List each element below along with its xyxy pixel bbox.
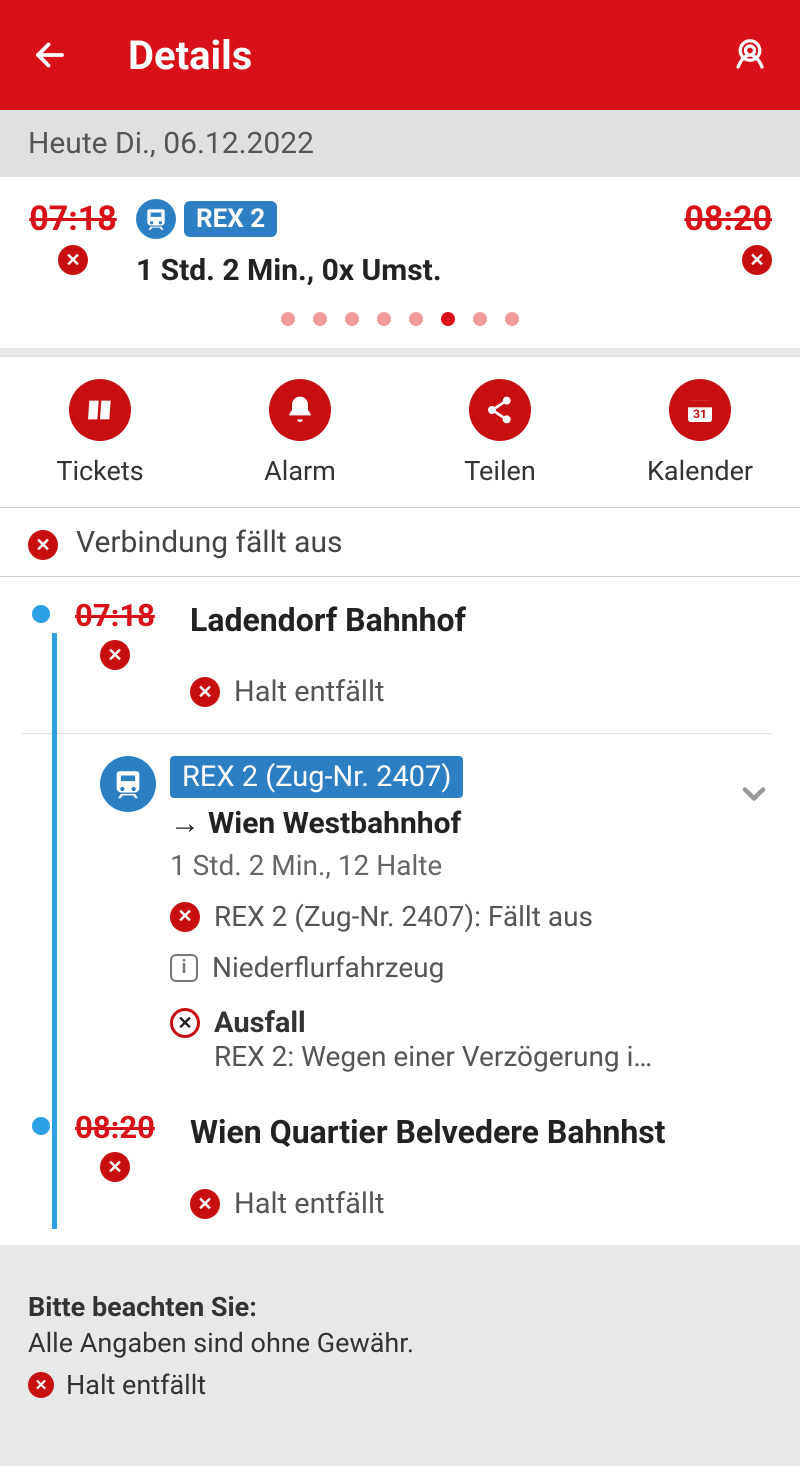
footer-line2: Halt entfällt (66, 1369, 206, 1401)
back-button[interactable] (28, 33, 72, 77)
cancel-icon: ✕ (190, 1189, 220, 1219)
share-icon (469, 379, 531, 441)
page-dot[interactable] (313, 312, 327, 326)
duration-text: 1 Std. 2 Min., 0x Umst. (136, 253, 682, 288)
chevron-down-icon[interactable] (736, 756, 772, 816)
page-dot[interactable] (505, 312, 519, 326)
journey-timeline: 07:18 ✕ Ladendorf Bahnhof ✕ Halt entfäll… (0, 577, 800, 1245)
segment-meta: 1 Std. 2 Min., 12 Halte (170, 849, 736, 882)
departure-time: 07:18 (29, 199, 117, 239)
train-icon (136, 199, 176, 239)
page-dot[interactable] (281, 312, 295, 326)
cancellation-banner: ✕ Verbindung fällt aus (0, 508, 800, 577)
svg-text:31: 31 (693, 407, 707, 421)
segment-info-msg: Niederflurfahrzeug (212, 951, 444, 984)
timeline-dot-icon (32, 605, 50, 623)
halt-status: Halt entfällt (234, 1187, 385, 1221)
cancel-icon: ✕ (28, 1372, 54, 1398)
page-dot[interactable] (473, 312, 487, 326)
page-indicator[interactable] (28, 312, 772, 330)
footer-title: Bitte beachten Sie: (28, 1291, 772, 1323)
calendar-label: Kalender (647, 455, 753, 487)
divider (22, 733, 772, 734)
share-label: Teilen (464, 455, 535, 487)
footer-line1: Alle Angaben sind ohne Gewähr. (28, 1327, 772, 1359)
ausfall-msg: REX 2: Wegen einer Verzögerung i… (214, 1040, 736, 1073)
banner-text: Verbindung fällt aus (76, 525, 342, 560)
station-name: Wien Quartier Belvedere Bahnhst (190, 1113, 772, 1151)
ausfall-title: Ausfall (214, 1006, 306, 1040)
tickets-button[interactable]: Tickets (0, 357, 200, 507)
calendar-icon: 31 (669, 379, 731, 441)
page-dot[interactable] (377, 312, 391, 326)
app-header: Details (0, 0, 800, 110)
stop-end: 08:20 ✕ Wien Quartier Belvedere Bahnhst … (22, 1109, 772, 1221)
page-dot[interactable] (441, 312, 455, 326)
page-dot[interactable] (345, 312, 359, 326)
arrival-time: 08:20 (684, 199, 772, 239)
cancel-icon: ✕ (100, 640, 130, 670)
cancel-icon: ✕ (742, 245, 772, 275)
action-row: Tickets Alarm Teilen 31 Kalender (0, 356, 800, 508)
stop-time: 07:18 (75, 597, 155, 634)
cancel-icon: ✕ (58, 245, 88, 275)
outage-icon: ✕ (170, 1008, 200, 1038)
alarm-button[interactable]: Alarm (200, 357, 400, 507)
bell-icon (269, 379, 331, 441)
footer-notice: Bitte beachten Sie: Alle Angaben sind oh… (0, 1245, 800, 1425)
arrow-right-icon: → (170, 806, 200, 841)
trip-summary[interactable]: 07:18 ✕ REX 2 1 Std. 2 Min., 0x Umst. 08… (0, 177, 800, 348)
timeline-dot-icon (32, 1117, 50, 1135)
timeline-line (52, 633, 57, 1229)
cancel-icon: ✕ (170, 902, 200, 932)
share-button[interactable]: Teilen (400, 357, 600, 507)
station-name: Ladendorf Bahnhof (190, 601, 772, 639)
segment-chip: REX 2 (Zug-Nr. 2407) (170, 756, 463, 798)
line-chip: REX 2 (184, 201, 277, 237)
stop-time: 08:20 (75, 1109, 155, 1146)
map-pin-icon[interactable] (728, 33, 772, 77)
departure-time-col: 07:18 ✕ (28, 199, 118, 275)
alarm-label: Alarm (264, 455, 336, 487)
calendar-button[interactable]: 31 Kalender (600, 357, 800, 507)
tickets-icon (69, 379, 131, 441)
cancel-icon: ✕ (28, 530, 58, 560)
halt-status: Halt entfällt (234, 675, 385, 709)
cancel-icon: ✕ (190, 677, 220, 707)
segment-destination: Wien Westbahnhof (208, 806, 461, 841)
page-title: Details (128, 32, 728, 79)
arrival-time-col: 08:20 ✕ (682, 199, 772, 275)
date-bar: Heute Di., 06.12.2022 (0, 110, 800, 177)
train-icon (100, 756, 156, 812)
segment-cancel-msg: REX 2 (Zug-Nr. 2407): Fällt aus (214, 900, 593, 933)
page-dot[interactable] (409, 312, 423, 326)
stop-start: 07:18 ✕ Ladendorf Bahnhof ✕ Halt entfäll… (22, 597, 772, 709)
cancel-icon: ✕ (100, 1152, 130, 1182)
journey-segment[interactable]: REX 2 (Zug-Nr. 2407) → Wien Westbahnhof … (22, 756, 772, 1073)
tickets-label: Tickets (56, 455, 143, 487)
info-icon: i (170, 954, 198, 982)
